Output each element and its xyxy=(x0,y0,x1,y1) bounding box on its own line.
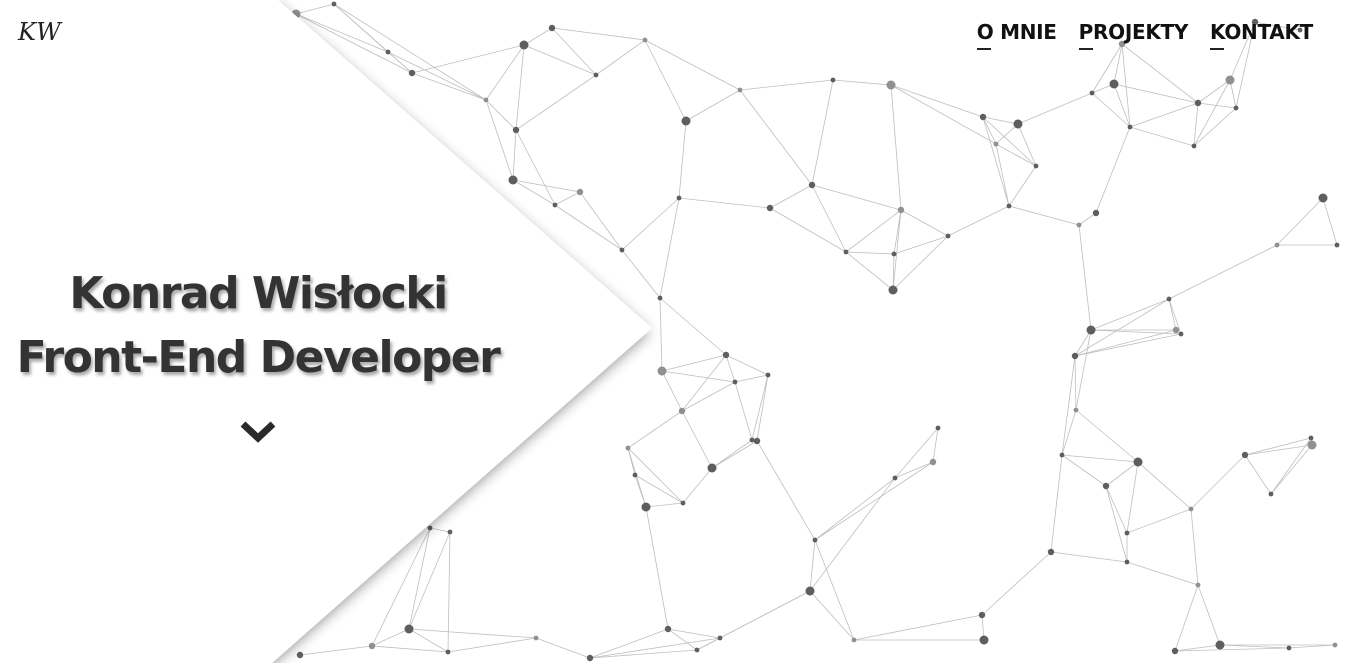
hero-role: Front-End Developer xyxy=(16,332,501,383)
hero-name: Konrad Wisłocki xyxy=(69,268,448,319)
page: KW O MNIE PROJEKTY KONTAKT Konrad Wisłoc… xyxy=(0,0,1349,663)
hero-heading: Konrad Wisłocki Front-End Developer xyxy=(0,262,516,390)
nav-link-about[interactable]: O MNIE xyxy=(976,20,1057,50)
chevron-down-icon[interactable] xyxy=(239,418,277,448)
nav-link-projects[interactable]: PROJEKTY xyxy=(1078,20,1188,50)
main-nav: O MNIE PROJEKTY KONTAKT xyxy=(976,20,1313,50)
nav-link-contact[interactable]: KONTAKT xyxy=(1210,20,1313,50)
logo[interactable]: KW xyxy=(18,18,62,46)
